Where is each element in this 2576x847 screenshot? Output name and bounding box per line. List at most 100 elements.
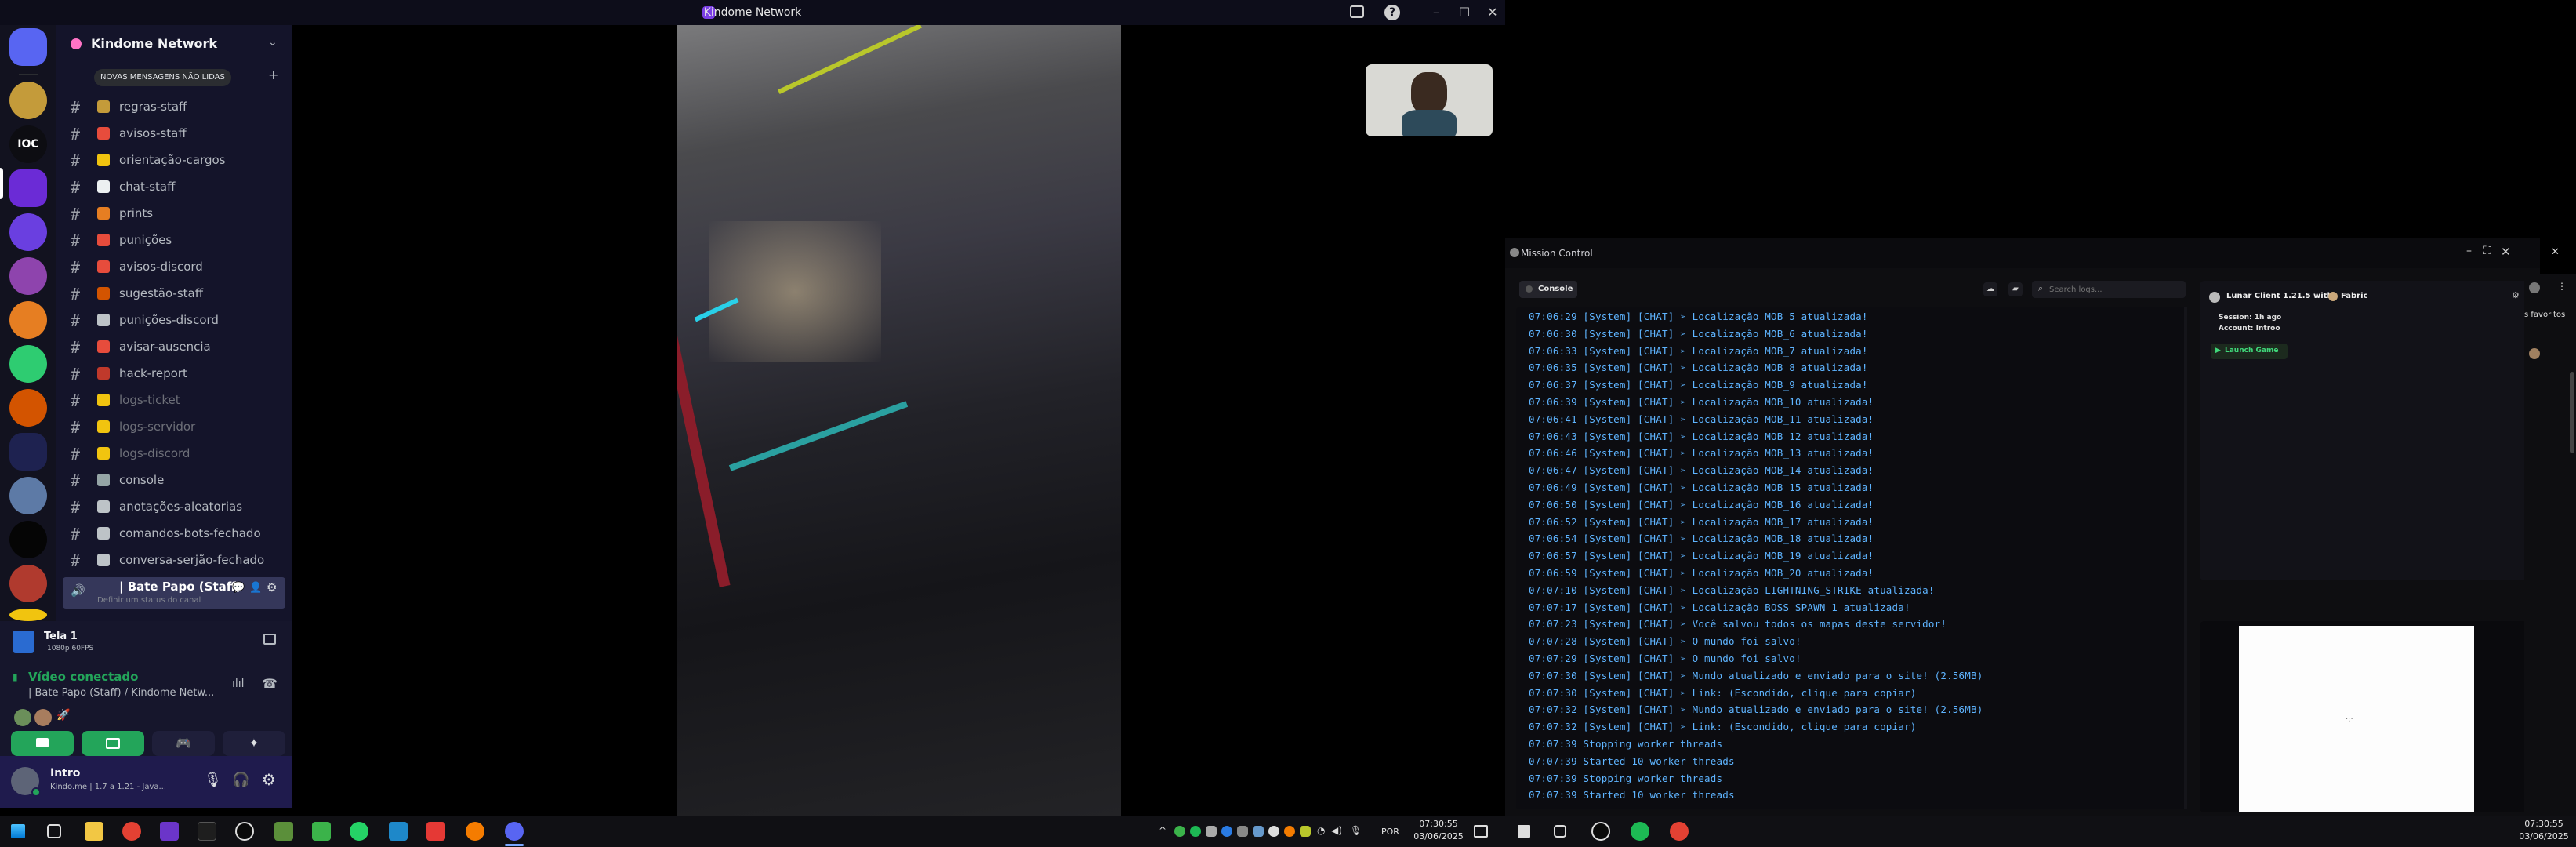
webcam-feed[interactable] [1366,64,1493,136]
microphone-icon[interactable]: 🎙 [204,772,222,788]
invite-icon[interactable]: 👤 [249,582,262,594]
channel-item[interactable]: # sugestão-staff [63,281,285,306]
minimize-button[interactable]: – [2466,245,2472,257]
more-icon[interactable]: ⋮ [2557,281,2567,292]
user-settings-icon[interactable]: ⚙ [262,770,276,789]
search-logs-box[interactable]: ⌕ [2032,281,2186,298]
server-icon[interactable]: IOC [9,125,47,163]
whatsapp-icon[interactable] [350,822,368,841]
tray-icon[interactable] [1174,826,1185,837]
channel-item[interactable]: # conversa-serjão-fechado [63,547,285,573]
add-channel-icon[interactable]: + [268,67,278,82]
channel-item[interactable]: # logs-ticket [63,387,285,413]
minecraft-icon[interactable] [274,822,293,841]
close-button[interactable]: ✕ [1480,3,1505,22]
mic-icon[interactable]: 🎙 [1350,825,1362,836]
server-icon[interactable] [9,82,47,119]
server-icon[interactable] [9,257,47,295]
chrome-icon[interactable] [122,822,141,841]
tray-icon[interactable] [1237,826,1248,837]
app-icon[interactable] [235,822,254,841]
server-icon[interactable] [9,213,47,251]
launch-game-button[interactable]: ▶ Launch Game [2211,344,2288,359]
search-input[interactable] [2049,283,2181,296]
minimize-button[interactable]: – [1424,3,1449,22]
scrollbar[interactable] [2570,372,2574,453]
screen-share-button[interactable] [82,731,144,756]
server-icon[interactable] [9,521,47,558]
server-icon[interactable] [9,389,47,427]
server-icon[interactable] [9,477,47,514]
volume-icon[interactable]: ◀) [1331,825,1342,836]
upload-icon[interactable]: ☁ [1983,282,1997,296]
channel-item[interactable]: # orientação-cargos [63,147,285,173]
headphones-icon[interactable]: 🎧 [232,772,249,788]
channel-item[interactable]: # anotações-aleatorias [63,494,285,519]
inbox-icon[interactable] [1350,5,1364,18]
channel-item[interactable]: # avisos-staff [63,121,285,146]
visual-studio-icon[interactable] [160,822,179,841]
network-icon[interactable]: ◔ [1317,825,1325,836]
server-icon[interactable] [9,609,47,621]
discord-taskbar-icon[interactable] [505,822,524,841]
search-app-icon[interactable] [466,822,484,841]
tray-icon[interactable] [1268,826,1279,837]
screen-share-video[interactable] [677,25,1121,816]
console-log[interactable]: 07:06:29 [System] [CHAT] ➢ Localização M… [1516,307,2186,809]
clock-time-2[interactable]: 07:30:55 [2516,819,2571,829]
channel-item[interactable]: # logs-discord [63,441,285,466]
app-icon[interactable] [389,822,408,841]
clock-time[interactable]: 07:30:55 [1411,819,1466,829]
channel-item[interactable]: # hack-report [63,361,285,386]
channel-item[interactable]: # regras-staff [63,94,285,119]
maximize-button[interactable]: ☐ [1452,3,1477,22]
server-icon[interactable] [9,301,47,339]
tray-chevron-icon[interactable]: ^ [1159,825,1166,836]
chrome-icon[interactable] [1670,822,1689,841]
channel-item[interactable]: # punições [63,227,285,253]
app-icon[interactable] [426,822,445,841]
maximize-button[interactable]: ⛶ [2483,245,2491,257]
disconnect-icon[interactable]: ☎ [262,676,278,691]
spotify-icon[interactable] [1631,822,1649,841]
tray-icon[interactable] [1190,826,1201,837]
clock-date-2[interactable]: 03/06/2025 [2516,831,2571,842]
tray-icon[interactable] [1300,826,1311,837]
tab-console[interactable]: Console [1519,281,1577,298]
channel-item[interactable]: # punições-discord [63,307,285,333]
language-indicator[interactable]: POR [1381,827,1399,837]
gear-icon[interactable]: ⚙ [267,580,277,594]
voice-channel-bate-papo[interactable]: 🔊 | Bate Papo (Staff) Definir um status … [63,577,285,609]
tray-icon[interactable] [1206,826,1217,837]
close-button[interactable]: ✕ [2501,245,2511,259]
task-view-icon[interactable] [1554,825,1566,838]
channel-item[interactable]: # chat-staff [63,174,285,199]
soundboard-button[interactable]: ✦ [223,731,285,756]
server-icon[interactable] [9,345,47,383]
scrollbar[interactable] [2184,307,2187,809]
windows-start-icon[interactable] [1518,825,1530,838]
activities-button[interactable]: 🎮 [152,731,215,756]
app-icon[interactable] [312,822,331,841]
tray-icon[interactable] [1253,826,1264,837]
channel-item[interactable]: # comandos-bots-fechado [63,521,285,546]
clock-date[interactable]: 03/06/2025 [1411,831,1466,842]
channel-item[interactable]: # prints [63,201,285,226]
settings-icon[interactable]: ⚙ [2512,290,2520,300]
task-view-icon[interactable] [47,824,61,838]
camera-button[interactable] [11,731,74,756]
server-icon-kindome[interactable] [9,169,47,207]
folder-icon[interactable]: ▰ [2008,282,2023,296]
channel-item[interactable]: # logs-servidor [63,414,285,439]
terminal-icon[interactable] [198,822,216,841]
server-icon[interactable] [9,565,47,602]
home-button[interactable] [9,28,47,66]
app-icon[interactable] [1591,822,1610,841]
noise-suppression-icon[interactable]: ılıl [232,678,245,690]
windows-start-icon[interactable] [11,824,25,838]
close-icon[interactable]: ✕ [2551,246,2560,258]
server-header[interactable]: Kindome Network ⌄ [56,25,292,63]
tray-icon[interactable] [1221,826,1232,837]
channel-item[interactable]: # avisos-discord [63,254,285,279]
stream-settings-icon[interactable] [263,634,276,645]
